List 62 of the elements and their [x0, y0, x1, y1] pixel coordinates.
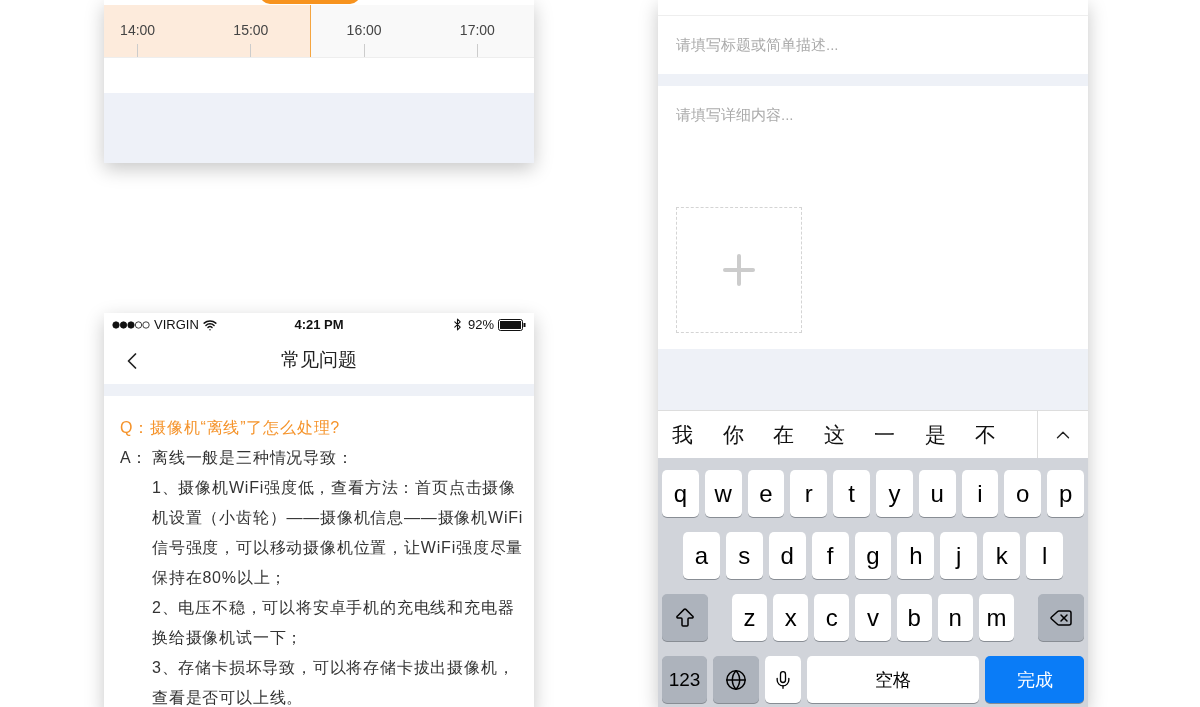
- bluetooth-icon: [451, 318, 464, 332]
- letter-key[interactable]: k: [983, 532, 1021, 579]
- letter-key[interactable]: p: [1047, 470, 1084, 517]
- letter-key[interactable]: r: [790, 470, 828, 517]
- done-key[interactable]: 完成: [985, 656, 1084, 703]
- carrier-name: VIRGIN: [154, 317, 199, 333]
- letter-key[interactable]: t: [833, 470, 870, 517]
- letter-key[interactable]: z: [732, 594, 768, 641]
- answer-text: 2、电压不稳，可以将安卓手机的充电线和充电器换给摄像机试一下；: [152, 598, 516, 648]
- faq-question: Q：摄像机“离线”了怎么处理?: [120, 418, 341, 438]
- letter-key[interactable]: h: [897, 532, 935, 579]
- letter-key[interactable]: f: [811, 532, 849, 579]
- letter-key[interactable]: m: [978, 594, 1014, 641]
- letter-key[interactable]: u: [918, 470, 956, 517]
- hour-label: 17:00: [459, 22, 495, 38]
- candidate-word[interactable]: 我: [672, 420, 693, 449]
- battery-icon: [498, 318, 526, 331]
- answer-label: A：: [120, 448, 148, 468]
- shift-key[interactable]: [662, 594, 708, 641]
- letter-key[interactable]: e: [747, 470, 785, 517]
- timeline-track[interactable]: 14:00 15:00 16:00 17:00: [104, 5, 534, 58]
- globe-icon: [725, 668, 747, 691]
- title-field[interactable]: 请填写标题或简单描述...: [658, 15, 1088, 74]
- letter-key[interactable]: v: [855, 594, 891, 641]
- letter-key[interactable]: g: [854, 532, 892, 579]
- letter-key[interactable]: y: [876, 470, 913, 517]
- signal-icon: [112, 320, 150, 329]
- letter-key[interactable]: d: [768, 532, 806, 579]
- candidate-word[interactable]: 在: [773, 420, 794, 449]
- letter-key[interactable]: c: [814, 594, 850, 641]
- letter-key[interactable]: q: [662, 470, 699, 517]
- answer-text: 1、摄像机WiFi强度低，查看方法：首页点击摄像机设置（小齿轮）——摄像机信息——摄像机WiFi信号强度，可以移动摄像机位置，让WiFi强度尽量保持在80%以上；: [152, 478, 524, 588]
- letter-key[interactable]: a: [683, 532, 720, 579]
- hour-label: 14:00: [120, 22, 156, 38]
- battery-percent: 92%: [468, 317, 494, 333]
- screen-title: 常见问题: [281, 348, 357, 373]
- letter-key[interactable]: j: [940, 532, 978, 579]
- candidate-word[interactable]: 你: [722, 420, 743, 449]
- wifi-icon: [202, 317, 217, 332]
- status-time: 4:21 PM: [294, 317, 344, 333]
- letter-key[interactable]: b: [896, 594, 932, 641]
- candidate-word[interactable]: 这: [823, 420, 844, 449]
- globe-key[interactable]: [713, 656, 759, 703]
- candidate-word[interactable]: 一: [874, 420, 895, 449]
- hour-label: 16:00: [346, 22, 382, 38]
- shift-icon: [673, 605, 697, 630]
- hour-label: 15:00: [233, 22, 269, 38]
- delete-key[interactable]: [1038, 594, 1084, 641]
- letter-key[interactable]: l: [1026, 532, 1063, 579]
- letter-key[interactable]: i: [961, 470, 999, 517]
- answer-text: 3、存储卡损坏导致，可以将存储卡拔出摄像机，查看是否可以上线。: [152, 658, 516, 707]
- candidate-word[interactable]: 是: [924, 420, 945, 449]
- number-key[interactable]: 123: [662, 656, 707, 703]
- microphone-key[interactable]: [765, 656, 801, 703]
- letter-key[interactable]: x: [773, 594, 809, 641]
- letter-key[interactable]: o: [1004, 470, 1042, 517]
- candidate-word[interactable]: 不: [975, 420, 996, 449]
- letter-key[interactable]: w: [704, 470, 742, 517]
- space-key[interactable]: 空格: [807, 656, 979, 703]
- letter-key[interactable]: s: [725, 532, 763, 579]
- answer-text: 离线一般是三种情况导致：: [152, 448, 355, 468]
- letter-key[interactable]: n: [937, 594, 973, 641]
